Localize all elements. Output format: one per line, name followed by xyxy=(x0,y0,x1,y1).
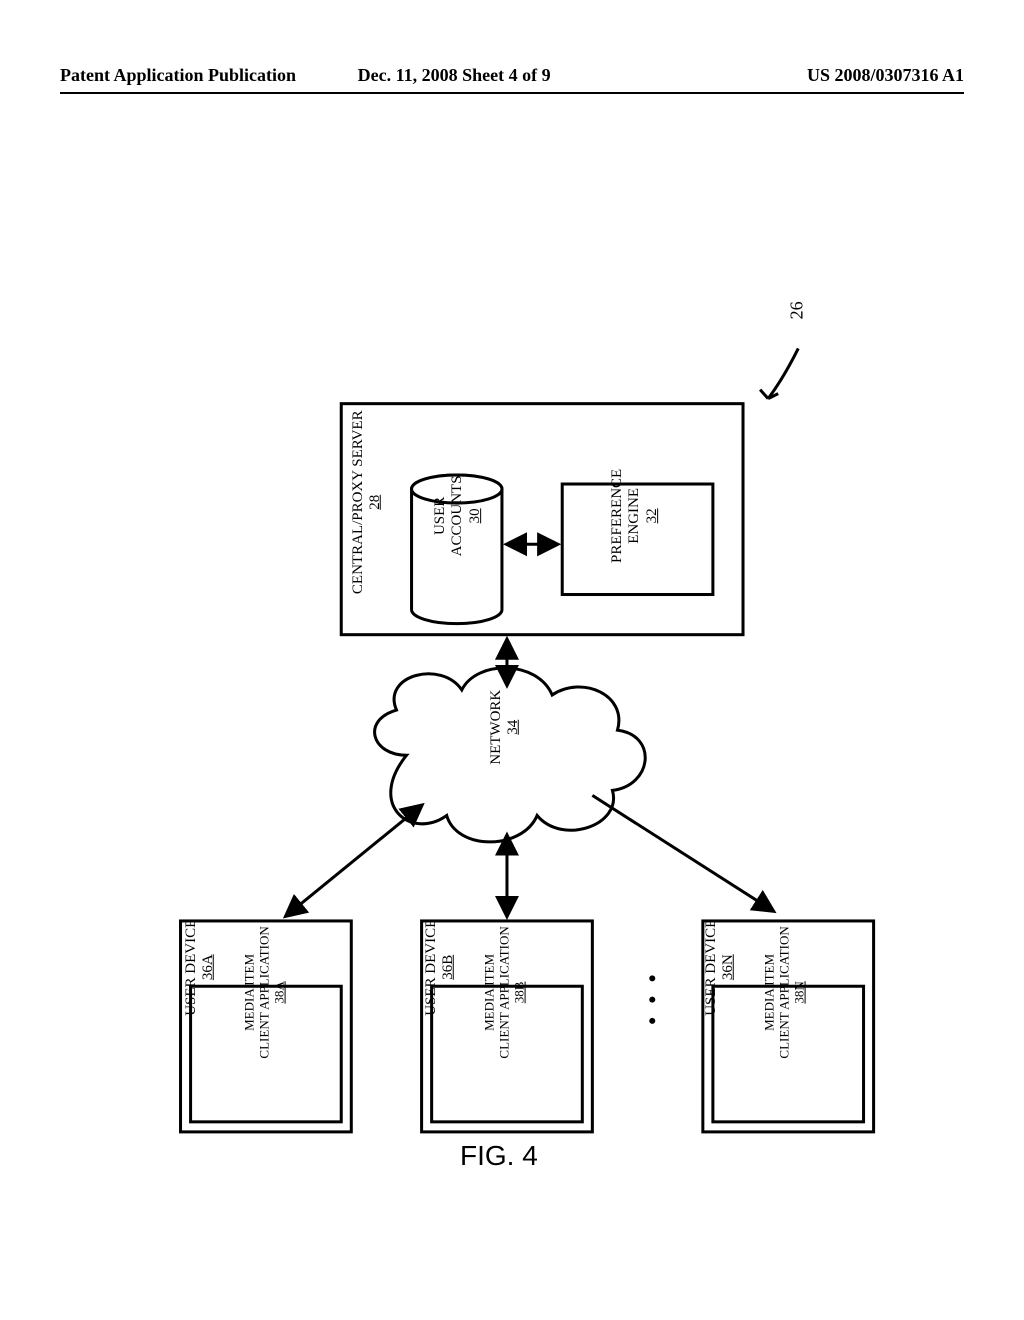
arrow-net-devA xyxy=(286,805,422,915)
devA-client-group: MEDIA ITEM CLIENT APPLICATION 38A xyxy=(243,917,288,1067)
devA-num: 36A xyxy=(200,917,217,1017)
devN-client-num: 38N xyxy=(792,917,807,1067)
server-title-num: 28 xyxy=(367,387,384,617)
figure-label: FIG. 4 xyxy=(460,1140,538,1172)
devB-client-num: 38B xyxy=(512,917,527,1067)
arrow-net-devN xyxy=(592,795,773,911)
page: Patent Application Publication Dec. 11, … xyxy=(60,40,964,1280)
devA-client-l1: MEDIA ITEM xyxy=(243,917,258,1067)
devN-title-group: USER DEVICE 36N xyxy=(703,917,738,1017)
devA-client-l2: CLIENT APPLICATION xyxy=(258,917,273,1067)
network-group: NETWORK 34 xyxy=(488,682,523,772)
pref-engine-l1: PREFERENCE xyxy=(609,456,626,576)
user-accounts-num: 30 xyxy=(467,461,484,571)
devB-title: USER DEVICE xyxy=(423,917,440,1017)
ref-26-label: 26 xyxy=(787,301,808,319)
device-ellipsis: • • • xyxy=(639,971,664,1025)
pref-engine-num: 32 xyxy=(644,456,661,576)
devN-client-l1: MEDIA ITEM xyxy=(763,917,778,1067)
network-num: 34 xyxy=(505,682,522,772)
user-accounts-l1: USER xyxy=(432,461,449,571)
network-label: NETWORK xyxy=(488,682,505,772)
devN-client-l2: CLIENT APPLICATION xyxy=(778,917,793,1067)
devB-title-group: USER DEVICE 36B xyxy=(423,917,458,1017)
header-right: US 2008/0307316 A1 xyxy=(807,65,964,86)
user-accounts-group: USER ACCOUNTS 30 xyxy=(432,461,484,571)
devN-title: USER DEVICE xyxy=(703,917,720,1017)
devA-client-num: 38A xyxy=(272,917,287,1067)
devB-client-group: MEDIA ITEM CLIENT APPLICATION 38B xyxy=(483,917,528,1067)
devB-client-l1: MEDIA ITEM xyxy=(483,917,498,1067)
pref-engine-group: PREFERENCE ENGINE 32 xyxy=(609,456,661,576)
pref-engine-l2: ENGINE xyxy=(626,456,643,576)
server-outline xyxy=(341,404,743,635)
devB-num: 36B xyxy=(440,917,457,1017)
devA-title-group: USER DEVICE 36A xyxy=(183,917,218,1017)
devN-num: 36N xyxy=(720,917,737,1017)
user-accounts-l2: ACCOUNTS xyxy=(449,461,466,571)
ref-leader-26 xyxy=(760,348,798,398)
diagram-canvas: 26 CENTRAL/PROXY SERVER 28 USER ACCOUNTS… xyxy=(60,130,964,1280)
devN-client-group: MEDIA ITEM CLIENT APPLICATION 38N xyxy=(763,917,808,1067)
devB-client-l2: CLIENT APPLICATION xyxy=(498,917,513,1067)
header-mid: Dec. 11, 2008 Sheet 4 of 9 xyxy=(358,65,551,86)
server-title-group: CENTRAL/PROXY SERVER 28 xyxy=(350,387,385,617)
devA-title: USER DEVICE xyxy=(183,917,200,1017)
server-title: CENTRAL/PROXY SERVER xyxy=(350,387,367,617)
header-rule xyxy=(60,92,964,94)
header-left: Patent Application Publication xyxy=(60,65,296,86)
